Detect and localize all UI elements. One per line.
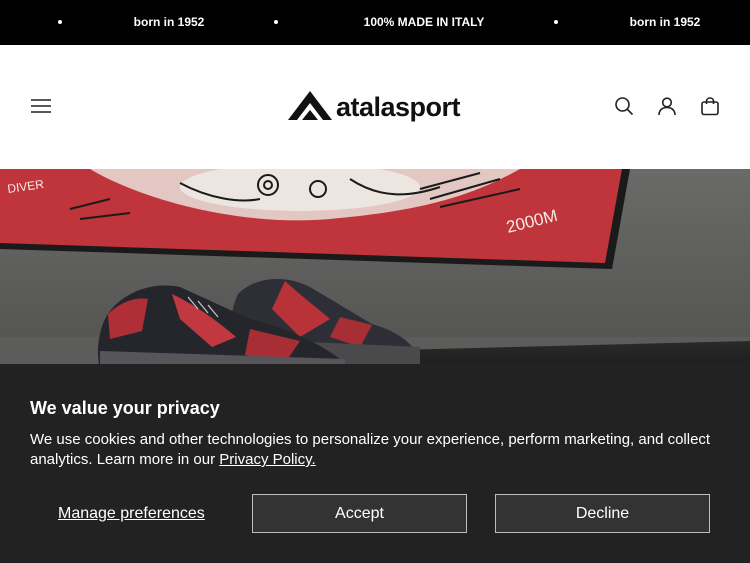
accept-button[interactable]: Accept bbox=[252, 494, 467, 533]
search-icon[interactable] bbox=[614, 96, 634, 116]
bullet-icon bbox=[274, 20, 278, 24]
announcement-bar: born in 1952 100% MADE IN ITALY born in … bbox=[0, 0, 750, 45]
brand-logo[interactable]: atalasport bbox=[288, 89, 461, 125]
brand-name: atalasport bbox=[336, 92, 461, 122]
privacy-policy-link[interactable]: Privacy Policy. bbox=[219, 451, 315, 468]
bullet-icon bbox=[554, 20, 558, 24]
cart-icon[interactable] bbox=[700, 96, 720, 116]
cookie-banner: We value your privacy We use cookies and… bbox=[0, 364, 750, 563]
cookie-description: We use cookies and other technologies to… bbox=[30, 430, 720, 470]
manage-preferences-link[interactable]: Manage preferences bbox=[58, 504, 205, 524]
account-icon[interactable] bbox=[657, 96, 677, 116]
announcement-item: born in 1952 bbox=[133, 15, 205, 29]
cookie-description-text: We use cookies and other technologies to… bbox=[30, 431, 711, 468]
announcement-item: born in 1952 bbox=[629, 15, 701, 29]
logo-mountain-icon bbox=[288, 91, 332, 120]
announcement-item: 100% MADE IN ITALY bbox=[363, 15, 485, 29]
decline-button[interactable]: Decline bbox=[495, 494, 710, 533]
menu-icon[interactable] bbox=[30, 97, 52, 115]
bullet-icon bbox=[58, 20, 62, 24]
cookie-title: We value your privacy bbox=[30, 398, 220, 418]
site-header: atalasport bbox=[0, 45, 750, 169]
